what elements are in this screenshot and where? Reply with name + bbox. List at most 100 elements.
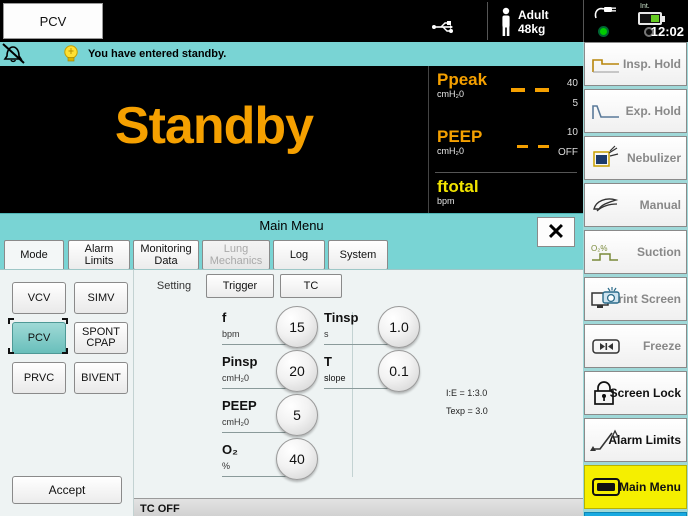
param-name: Pinsp <box>222 354 258 369</box>
power-plug-icon <box>594 7 616 19</box>
param-unit: cmH₂0 <box>222 417 249 427</box>
sidebar-item-start-ventilation[interactable]: Start Ventilation <box>584 512 687 516</box>
tab-mode[interactable]: Mode <box>4 240 64 270</box>
numeric-ppeak[interactable]: Ppeak cmH₂0 40 5 <box>429 66 583 109</box>
lock-icon <box>594 381 614 405</box>
param-unit: bpm <box>222 329 240 339</box>
power-status-bar: Int. 12:02 <box>583 0 688 42</box>
numeric-value-placeholder <box>517 145 549 148</box>
message-bar[interactable]: You have entered standby. <box>0 42 583 66</box>
selection-corner <box>62 318 68 324</box>
clock: 12:02 <box>650 24 684 39</box>
sidebar-item-suction[interactable]: O₂% Suction <box>584 230 687 274</box>
tab-label: Alarm Limits <box>84 243 114 267</box>
mode-label: PCV <box>27 332 51 344</box>
numeric-unit: cmH₂0 <box>437 89 464 99</box>
alarm-high-limit: 40 <box>566 78 578 89</box>
param-knob[interactable]: 0.1 <box>378 350 420 392</box>
usb-icon <box>432 21 453 33</box>
mode-label: SIMV <box>87 292 115 304</box>
main-menu-icon <box>592 478 620 496</box>
tab-monitoring-data[interactable]: Monitoring Data <box>133 240 199 270</box>
right-sidebar: Insp. Hold Exp. Hold Nebulizer Manual O₂… <box>583 42 688 516</box>
value-dash <box>517 145 528 148</box>
mode-button-prvc[interactable]: PRVC <box>12 362 66 394</box>
mode-button-simv[interactable]: SIMV <box>74 282 128 314</box>
mode-button-spont-cpap[interactable]: SPONT CPAP <box>74 322 128 354</box>
current-mode-tab[interactable]: PCV <box>3 3 103 39</box>
sidebar-item-label: Exp. Hold <box>625 103 681 118</box>
battery-fill <box>651 15 659 22</box>
mode-column: VCV SIMV PCV SPONT CPAP PRVC BIVENT Acce… <box>0 270 134 516</box>
numeric-label: ftotal <box>437 177 479 196</box>
value-dash <box>511 88 525 92</box>
sidebar-item-exp-hold[interactable]: Exp. Hold <box>584 89 687 133</box>
mode-label: PRVC <box>23 372 55 384</box>
mode-button-pcv[interactable]: PCV <box>12 322 66 354</box>
value-dash <box>535 88 549 92</box>
numeric-panel: Ppeak cmH₂0 40 5 PEEP cmH₂0 10 OFF ftota… <box>428 66 583 218</box>
insp-hold-icon <box>592 59 619 73</box>
dialog-title: Main Menu <box>259 218 324 233</box>
sidebar-item-nebulizer[interactable]: Nebulizer <box>584 136 687 180</box>
numeric-peep[interactable]: PEEP cmH₂0 10 OFF <box>429 123 583 158</box>
tab-label: Mode <box>20 249 48 261</box>
param-knob[interactable]: 5 <box>276 394 318 436</box>
param-unit: cmH₂0 <box>222 373 249 383</box>
mode-label: VCV <box>27 292 51 304</box>
param-knob[interactable]: 40 <box>276 438 318 480</box>
numeric-label: Ppeak <box>437 70 488 89</box>
param-knob[interactable]: 1.0 <box>378 306 420 348</box>
numeric-unit: cmH₂0 <box>437 146 464 156</box>
tab-system[interactable]: System <box>328 240 388 270</box>
sidebar-item-screen-lock[interactable]: Screen Lock <box>584 371 687 415</box>
sidebar-item-main-menu[interactable]: Main Menu <box>584 465 687 509</box>
sidebar-item-label: Insp. Hold <box>623 56 681 71</box>
alarm-low-limit: 5 <box>572 98 578 109</box>
ac-power-led <box>598 26 609 37</box>
tab-alarm-limits[interactable]: Alarm Limits <box>68 240 130 270</box>
tab-log[interactable]: Log <box>273 240 325 270</box>
param-knob[interactable]: 20 <box>276 350 318 392</box>
message-text: You have entered standby. <box>88 48 227 60</box>
alarm-high-limit: 10 <box>566 127 578 138</box>
parameter-divider <box>352 312 353 477</box>
mode-button-bivent[interactable]: BIVENT <box>74 362 128 394</box>
subtab-label: Setting <box>156 280 192 292</box>
sidebar-item-manual[interactable]: Manual <box>584 183 687 227</box>
alarm-silenced-icon[interactable] <box>0 42 28 66</box>
settings-status-bar: TC OFF <box>134 498 583 516</box>
param-name: PEEP <box>222 398 257 413</box>
status-text: TC OFF <box>140 502 180 515</box>
patient-weight: 48kg <box>518 22 546 36</box>
subtab-tc[interactable]: TC <box>280 274 342 298</box>
selection-corner <box>8 348 14 354</box>
sidebar-item-alarm-limits[interactable]: Alarm Limits <box>584 418 687 462</box>
ventilator-screen: PCV Adult 48kg Int. 12:02 You have enter… <box>0 0 688 516</box>
settings-pane: Setting Trigger TC f bpm 15 Pinsp cmH₂0 … <box>134 270 583 516</box>
tab-label: System <box>339 249 377 261</box>
suction-icon: O₂% <box>591 244 618 261</box>
sidebar-item-label: Manual <box>639 197 681 212</box>
standby-text: Standby <box>114 97 314 155</box>
param-name: O₂ <box>222 442 238 457</box>
accept-button[interactable]: Accept <box>12 476 122 504</box>
param-unit: s <box>324 373 329 383</box>
alarm-low-limit: OFF <box>558 147 578 158</box>
calculated-ie-ratio: I:E = 1:3.0 <box>446 388 488 398</box>
param-unit: % <box>222 461 231 471</box>
sidebar-item-print-screen[interactable]: Print Screen <box>584 277 687 321</box>
numeric-ftotal[interactable]: ftotal bpm <box>429 173 583 206</box>
patient-info[interactable]: Adult 48kg <box>498 5 578 39</box>
subtab-trigger[interactable]: Trigger <box>206 274 274 298</box>
sidebar-item-freeze[interactable]: Freeze <box>584 324 687 368</box>
numeric-unit: bpm <box>437 196 455 206</box>
parameter-grid: f bpm 15 Pinsp cmH₂0 20 PEEP cmH₂0 5 O₂ … <box>134 302 583 488</box>
sidebar-item-insp-hold[interactable]: Insp. Hold <box>584 42 687 86</box>
subtab-setting[interactable]: Setting <box>146 274 202 298</box>
waveform-area: Standby <box>0 66 428 218</box>
selection-corner <box>8 318 14 324</box>
nebulizer-icon <box>593 145 619 167</box>
mode-button-vcv[interactable]: VCV <box>12 282 66 314</box>
param-knob[interactable]: 15 <box>276 306 318 348</box>
